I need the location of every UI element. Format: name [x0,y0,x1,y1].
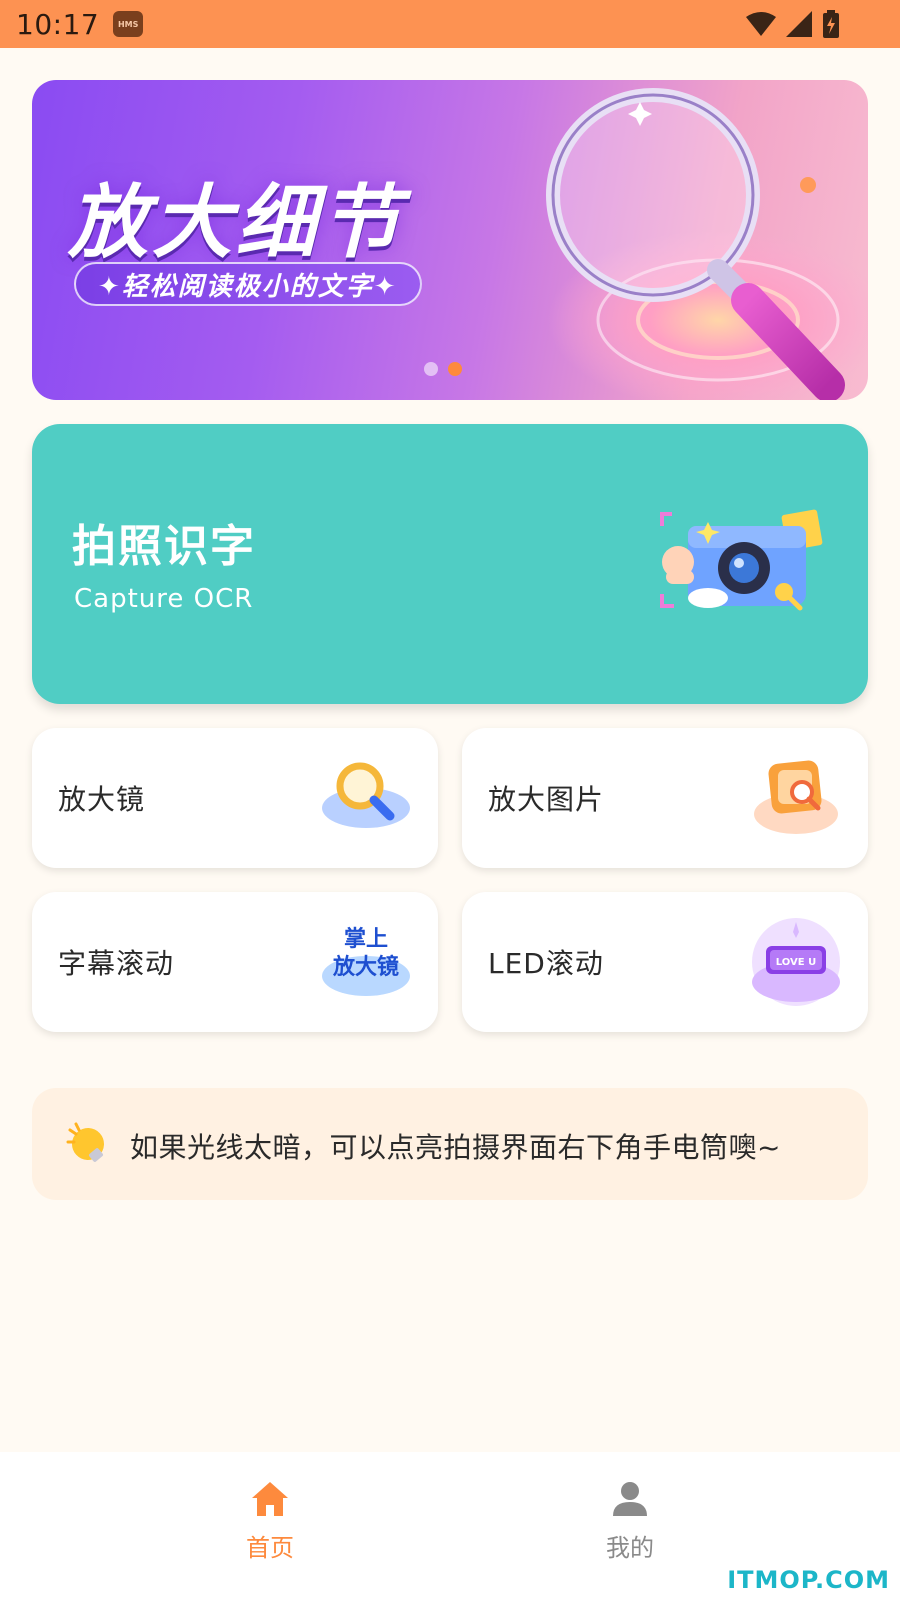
banner-page-indicator [424,362,462,376]
magnifier-illustration [546,88,868,400]
led-scroll-icon: LOVE U [752,918,840,1006]
tool-label-led-scroll: LED滚动 [488,947,604,980]
camera-icon [660,509,823,611]
nav-label-home: 首页 [246,1534,294,1562]
home-icon [252,1482,288,1516]
tool-card-subtitle-scroll[interactable]: 字幕滚动 掌上 放大镜 [32,892,438,1032]
tip-box: 如果光线太暗，可以点亮拍摄界面右下角手电筒噢~ [32,1088,868,1200]
nav-item-mine[interactable]: 我的 [570,1480,690,1580]
svg-text:掌上: 掌上 [344,926,388,952]
capture-ocr-title: 拍照识字 [72,521,256,572]
banner-subtitle-pill: ✦轻松阅读极小的文字✦ [74,262,422,306]
tool-label-image-zoom: 放大图片 [488,783,605,816]
lightbulb-icon [66,1122,104,1162]
tip-text: 如果光线太暗，可以点亮拍摄界面右下角手电筒噢~ [130,1131,781,1164]
tool-label-subtitle-scroll: 字幕滚动 [58,947,175,980]
hms-badge: HMS [113,11,144,37]
status-time: 10:17 [16,7,100,41]
nav-item-home[interactable]: 首页 [210,1480,330,1580]
tool-card-led-scroll[interactable]: LED滚动 LOVE U [462,892,868,1032]
capture-ocr-subtitle: Capture OCR [74,584,254,614]
person-icon [613,1482,647,1516]
wifi-icon [746,12,776,36]
subtitle-scroll-icon: 掌上 放大镜 [322,926,410,996]
tool-label-magnifier: 放大镜 [58,783,146,816]
status-bar: 10:17 HMS [0,0,900,48]
magnifier-icon [322,762,410,828]
status-icons [746,10,840,38]
tool-card-magnifier[interactable]: 放大镜 [32,728,438,868]
svg-text:放大镜: 放大镜 [332,954,399,980]
nav-label-mine: 我的 [606,1534,654,1562]
tool-card-image-zoom[interactable]: 放大图片 [462,728,868,868]
banner-subtitle: ✦轻松阅读极小的文字✦ [98,271,398,302]
watermark: ITMOP.COM [727,1566,890,1594]
capture-ocr-card[interactable]: 拍照识字 Capture OCR [32,424,868,704]
banner-dot-1[interactable] [424,362,438,376]
battery-charging-icon [823,10,839,38]
banner-dot-2[interactable] [448,362,462,376]
image-zoom-icon [754,760,838,834]
signal-icon [786,11,812,37]
svg-text:LOVE U: LOVE U [776,957,816,968]
banner-title: 放大细节 [68,176,404,269]
promo-banner[interactable]: 放大细节 ✦轻松阅读极小的文字✦ [32,80,868,400]
